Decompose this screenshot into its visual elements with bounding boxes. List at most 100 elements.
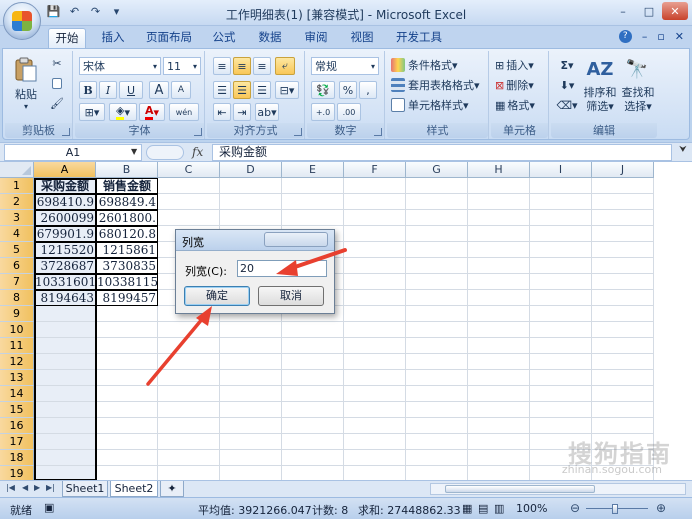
cell-e12[interactable] <box>282 354 344 370</box>
cell-e18[interactable] <box>282 450 344 466</box>
cell-i3[interactable] <box>530 210 592 226</box>
cell-b11[interactable] <box>96 338 158 354</box>
cell-g11[interactable] <box>406 338 468 354</box>
page-layout-view-icon[interactable]: ▤ <box>478 502 488 515</box>
row-header-8[interactable]: 8 <box>0 290 34 306</box>
align-right-icon[interactable]: ☰ <box>253 81 271 99</box>
cell-h1[interactable] <box>468 178 530 194</box>
format-cells-button[interactable]: ▦ 格式 ▾ <box>495 97 535 113</box>
sort-filter-icon[interactable]: AZ <box>583 55 617 83</box>
worksheet-grid[interactable]: ABCDEFGHIJ 1 2 3 4 5 6 7 8 9 10 11 12 13 14 15 16 17 18 19… <box>0 162 692 480</box>
paste-dropdown-icon[interactable]: ▾ <box>9 101 43 111</box>
cell-d1[interactable] <box>220 178 282 194</box>
cell-g8[interactable] <box>406 290 468 306</box>
cell-f9[interactable] <box>344 306 406 322</box>
cell-f1[interactable] <box>344 178 406 194</box>
cell-b7[interactable]: 10338115 <box>96 274 158 290</box>
next-sheet-icon[interactable]: ▶ <box>34 483 40 492</box>
row-header-7[interactable]: 7 <box>0 274 34 290</box>
paste-icon[interactable] <box>13 55 39 85</box>
cell-f19[interactable] <box>344 466 406 480</box>
align-bottom-icon[interactable]: ≡ <box>253 57 271 75</box>
cell-i12[interactable] <box>530 354 592 370</box>
column-header-j[interactable]: J <box>592 162 654 178</box>
cell-a1[interactable]: 采购金额 <box>34 178 96 194</box>
cell-f13[interactable] <box>344 370 406 386</box>
cell-h3[interactable] <box>468 210 530 226</box>
increase-indent-icon[interactable]: ⇥ <box>233 103 251 121</box>
cell-h18[interactable] <box>468 450 530 466</box>
cell-b19[interactable] <box>96 466 158 480</box>
cell-g12[interactable] <box>406 354 468 370</box>
row-header-14[interactable]: 14 <box>0 386 34 402</box>
minimize-button[interactable]: – <box>610 2 636 20</box>
paste-button[interactable]: 粘贴 <box>9 87 43 101</box>
name-box-dropdown-icon[interactable]: ▼ <box>131 147 137 156</box>
cell-j5[interactable] <box>592 242 654 258</box>
cell-d17[interactable] <box>220 434 282 450</box>
accounting-format-icon[interactable]: 💱 <box>311 81 335 99</box>
cell-h4[interactable] <box>468 226 530 242</box>
cell-e15[interactable] <box>282 402 344 418</box>
cell-f11[interactable] <box>344 338 406 354</box>
row-header-4[interactable]: 4 <box>0 226 34 242</box>
merge-center-icon[interactable]: ⊟▾ <box>275 81 299 99</box>
shrink-font-button[interactable]: A <box>171 81 191 99</box>
row-header-1[interactable]: 1 <box>0 178 34 194</box>
cell-e11[interactable] <box>282 338 344 354</box>
maximize-button[interactable]: □ <box>636 2 662 20</box>
underline-button[interactable]: U <box>119 81 143 99</box>
cell-a9[interactable] <box>34 306 96 322</box>
bold-button[interactable]: B <box>79 81 97 99</box>
cell-h12[interactable] <box>468 354 530 370</box>
cell-b10[interactable] <box>96 322 158 338</box>
align-center-icon[interactable]: ☰ <box>233 81 251 99</box>
cell-i1[interactable] <box>530 178 592 194</box>
cell-d10[interactable] <box>220 322 282 338</box>
cell-g17[interactable] <box>406 434 468 450</box>
cell-f18[interactable] <box>344 450 406 466</box>
row-header-18[interactable]: 18 <box>0 450 34 466</box>
phonetic-button[interactable]: wén <box>169 103 199 121</box>
row-header-15[interactable]: 15 <box>0 402 34 418</box>
increase-decimal-button[interactable]: +.0 <box>311 103 335 121</box>
dialog-close-button[interactable] <box>264 232 328 247</box>
binoculars-icon[interactable]: 🔭 <box>621 55 653 83</box>
column-header-c[interactable]: C <box>158 162 220 178</box>
cell-a18[interactable] <box>34 450 96 466</box>
cell-b5[interactable]: 1215861 <box>96 242 158 258</box>
column-header-b[interactable]: B <box>96 162 158 178</box>
cell-d15[interactable] <box>220 402 282 418</box>
cell-h17[interactable] <box>468 434 530 450</box>
cell-f12[interactable] <box>344 354 406 370</box>
cell-h19[interactable] <box>468 466 530 480</box>
cell-c11[interactable] <box>158 338 220 354</box>
row-header-12[interactable]: 12 <box>0 354 34 370</box>
cell-j11[interactable] <box>592 338 654 354</box>
cell-i10[interactable] <box>530 322 592 338</box>
cell-h16[interactable] <box>468 418 530 434</box>
cell-d11[interactable] <box>220 338 282 354</box>
cell-i2[interactable] <box>530 194 592 210</box>
row-header-9[interactable]: 9 <box>0 306 34 322</box>
row-header-16[interactable]: 16 <box>0 418 34 434</box>
cell-i9[interactable] <box>530 306 592 322</box>
cell-d13[interactable] <box>220 370 282 386</box>
cell-f7[interactable] <box>344 274 406 290</box>
row-header-19[interactable]: 19 <box>0 466 34 480</box>
cell-b18[interactable] <box>96 450 158 466</box>
cell-j10[interactable] <box>592 322 654 338</box>
column-header-h[interactable]: H <box>468 162 530 178</box>
cell-d3[interactable] <box>220 210 282 226</box>
format-painter-icon[interactable]: 🖌 <box>49 95 65 111</box>
cell-a4[interactable]: 679901.9 <box>34 226 96 242</box>
cell-c3[interactable] <box>158 210 220 226</box>
first-sheet-icon[interactable]: |◀ <box>6 483 15 492</box>
row-header-5[interactable]: 5 <box>0 242 34 258</box>
cell-j6[interactable] <box>592 258 654 274</box>
delete-cells-button[interactable]: ⊠ 删除 ▾ <box>495 77 534 93</box>
cell-a2[interactable]: 698410.9 <box>34 194 96 210</box>
font-launcher-icon[interactable] <box>194 128 202 136</box>
cell-c16[interactable] <box>158 418 220 434</box>
row-header-11[interactable]: 11 <box>0 338 34 354</box>
